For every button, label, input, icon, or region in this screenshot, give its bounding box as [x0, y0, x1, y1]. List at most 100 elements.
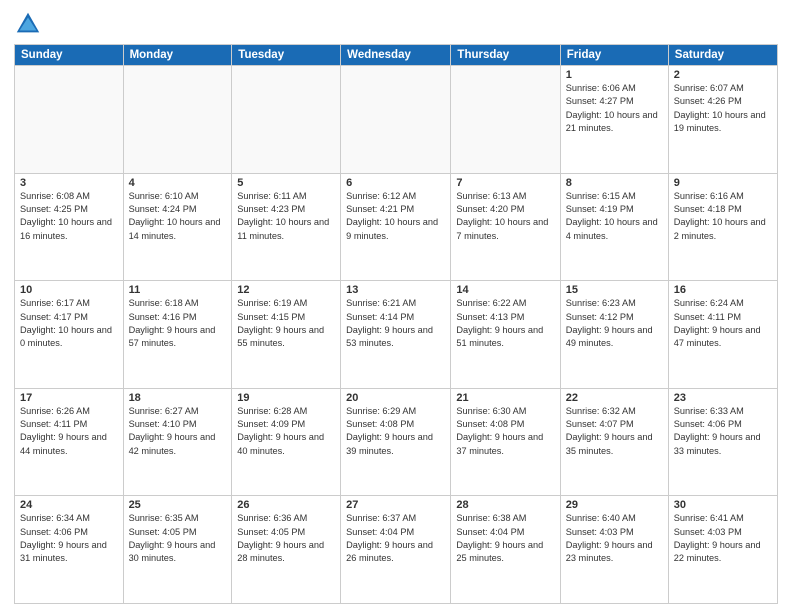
calendar-week-row: 3Sunrise: 6:08 AM Sunset: 4:25 PM Daylig… — [15, 173, 778, 281]
day-info: Sunrise: 6:30 AM Sunset: 4:08 PM Dayligh… — [456, 405, 554, 458]
day-number: 16 — [674, 284, 772, 296]
day-number: 29 — [566, 499, 663, 511]
calendar-cell: 10Sunrise: 6:17 AM Sunset: 4:17 PM Dayli… — [15, 281, 124, 389]
weekday-header: Thursday — [451, 45, 560, 66]
day-info: Sunrise: 6:33 AM Sunset: 4:06 PM Dayligh… — [674, 405, 772, 458]
day-number: 9 — [674, 177, 772, 189]
calendar-cell: 27Sunrise: 6:37 AM Sunset: 4:04 PM Dayli… — [341, 496, 451, 604]
day-number: 3 — [20, 177, 118, 189]
day-info: Sunrise: 6:17 AM Sunset: 4:17 PM Dayligh… — [20, 297, 118, 350]
day-number: 26 — [237, 499, 335, 511]
day-number: 7 — [456, 177, 554, 189]
calendar-header-row: SundayMondayTuesdayWednesdayThursdayFrid… — [15, 45, 778, 66]
day-info: Sunrise: 6:27 AM Sunset: 4:10 PM Dayligh… — [129, 405, 227, 458]
calendar-week-row: 17Sunrise: 6:26 AM Sunset: 4:11 PM Dayli… — [15, 388, 778, 496]
calendar-body: 1Sunrise: 6:06 AM Sunset: 4:27 PM Daylig… — [15, 66, 778, 604]
day-info: Sunrise: 6:18 AM Sunset: 4:16 PM Dayligh… — [129, 297, 227, 350]
day-info: Sunrise: 6:08 AM Sunset: 4:25 PM Dayligh… — [20, 190, 118, 243]
day-info: Sunrise: 6:40 AM Sunset: 4:03 PM Dayligh… — [566, 512, 663, 565]
calendar-cell: 28Sunrise: 6:38 AM Sunset: 4:04 PM Dayli… — [451, 496, 560, 604]
day-info: Sunrise: 6:35 AM Sunset: 4:05 PM Dayligh… — [129, 512, 227, 565]
calendar-cell: 9Sunrise: 6:16 AM Sunset: 4:18 PM Daylig… — [668, 173, 777, 281]
calendar-cell: 13Sunrise: 6:21 AM Sunset: 4:14 PM Dayli… — [341, 281, 451, 389]
day-info: Sunrise: 6:16 AM Sunset: 4:18 PM Dayligh… — [674, 190, 772, 243]
day-number: 13 — [346, 284, 445, 296]
day-number: 22 — [566, 392, 663, 404]
calendar-cell: 20Sunrise: 6:29 AM Sunset: 4:08 PM Dayli… — [341, 388, 451, 496]
calendar-cell: 30Sunrise: 6:41 AM Sunset: 4:03 PM Dayli… — [668, 496, 777, 604]
calendar-cell: 25Sunrise: 6:35 AM Sunset: 4:05 PM Dayli… — [123, 496, 232, 604]
day-info: Sunrise: 6:32 AM Sunset: 4:07 PM Dayligh… — [566, 405, 663, 458]
weekday-header: Tuesday — [232, 45, 341, 66]
calendar-cell: 4Sunrise: 6:10 AM Sunset: 4:24 PM Daylig… — [123, 173, 232, 281]
calendar-cell: 6Sunrise: 6:12 AM Sunset: 4:21 PM Daylig… — [341, 173, 451, 281]
day-info: Sunrise: 6:21 AM Sunset: 4:14 PM Dayligh… — [346, 297, 445, 350]
day-number: 2 — [674, 69, 772, 81]
day-number: 25 — [129, 499, 227, 511]
calendar-cell: 3Sunrise: 6:08 AM Sunset: 4:25 PM Daylig… — [15, 173, 124, 281]
calendar-cell: 11Sunrise: 6:18 AM Sunset: 4:16 PM Dayli… — [123, 281, 232, 389]
header — [14, 10, 778, 38]
page: SundayMondayTuesdayWednesdayThursdayFrid… — [0, 0, 792, 612]
day-info: Sunrise: 6:15 AM Sunset: 4:19 PM Dayligh… — [566, 190, 663, 243]
day-info: Sunrise: 6:37 AM Sunset: 4:04 PM Dayligh… — [346, 512, 445, 565]
calendar-cell: 29Sunrise: 6:40 AM Sunset: 4:03 PM Dayli… — [560, 496, 668, 604]
calendar-cell: 8Sunrise: 6:15 AM Sunset: 4:19 PM Daylig… — [560, 173, 668, 281]
weekday-header: Sunday — [15, 45, 124, 66]
day-number: 21 — [456, 392, 554, 404]
calendar-cell — [232, 66, 341, 174]
day-info: Sunrise: 6:11 AM Sunset: 4:23 PM Dayligh… — [237, 190, 335, 243]
calendar-week-row: 1Sunrise: 6:06 AM Sunset: 4:27 PM Daylig… — [15, 66, 778, 174]
calendar-cell — [123, 66, 232, 174]
weekday-header: Monday — [123, 45, 232, 66]
calendar-cell: 18Sunrise: 6:27 AM Sunset: 4:10 PM Dayli… — [123, 388, 232, 496]
calendar-cell: 12Sunrise: 6:19 AM Sunset: 4:15 PM Dayli… — [232, 281, 341, 389]
weekday-header: Wednesday — [341, 45, 451, 66]
day-number: 5 — [237, 177, 335, 189]
calendar-cell: 2Sunrise: 6:07 AM Sunset: 4:26 PM Daylig… — [668, 66, 777, 174]
day-number: 23 — [674, 392, 772, 404]
day-number: 11 — [129, 284, 227, 296]
day-number: 6 — [346, 177, 445, 189]
day-info: Sunrise: 6:41 AM Sunset: 4:03 PM Dayligh… — [674, 512, 772, 565]
day-number: 18 — [129, 392, 227, 404]
calendar-cell: 14Sunrise: 6:22 AM Sunset: 4:13 PM Dayli… — [451, 281, 560, 389]
weekday-header: Friday — [560, 45, 668, 66]
weekday-header: Saturday — [668, 45, 777, 66]
calendar-week-row: 24Sunrise: 6:34 AM Sunset: 4:06 PM Dayli… — [15, 496, 778, 604]
day-info: Sunrise: 6:13 AM Sunset: 4:20 PM Dayligh… — [456, 190, 554, 243]
day-info: Sunrise: 6:19 AM Sunset: 4:15 PM Dayligh… — [237, 297, 335, 350]
calendar-cell: 5Sunrise: 6:11 AM Sunset: 4:23 PM Daylig… — [232, 173, 341, 281]
day-info: Sunrise: 6:23 AM Sunset: 4:12 PM Dayligh… — [566, 297, 663, 350]
day-info: Sunrise: 6:26 AM Sunset: 4:11 PM Dayligh… — [20, 405, 118, 458]
day-number: 1 — [566, 69, 663, 81]
calendar-cell: 7Sunrise: 6:13 AM Sunset: 4:20 PM Daylig… — [451, 173, 560, 281]
day-info: Sunrise: 6:22 AM Sunset: 4:13 PM Dayligh… — [456, 297, 554, 350]
calendar-cell: 26Sunrise: 6:36 AM Sunset: 4:05 PM Dayli… — [232, 496, 341, 604]
day-info: Sunrise: 6:24 AM Sunset: 4:11 PM Dayligh… — [674, 297, 772, 350]
calendar-cell: 22Sunrise: 6:32 AM Sunset: 4:07 PM Dayli… — [560, 388, 668, 496]
logo-icon — [14, 10, 42, 38]
day-info: Sunrise: 6:38 AM Sunset: 4:04 PM Dayligh… — [456, 512, 554, 565]
calendar-cell — [451, 66, 560, 174]
calendar-cell — [341, 66, 451, 174]
day-number: 8 — [566, 177, 663, 189]
day-number: 15 — [566, 284, 663, 296]
day-info: Sunrise: 6:07 AM Sunset: 4:26 PM Dayligh… — [674, 82, 772, 135]
day-number: 30 — [674, 499, 772, 511]
calendar-cell: 16Sunrise: 6:24 AM Sunset: 4:11 PM Dayli… — [668, 281, 777, 389]
day-number: 20 — [346, 392, 445, 404]
day-info: Sunrise: 6:12 AM Sunset: 4:21 PM Dayligh… — [346, 190, 445, 243]
day-number: 4 — [129, 177, 227, 189]
calendar-week-row: 10Sunrise: 6:17 AM Sunset: 4:17 PM Dayli… — [15, 281, 778, 389]
day-info: Sunrise: 6:34 AM Sunset: 4:06 PM Dayligh… — [20, 512, 118, 565]
day-number: 28 — [456, 499, 554, 511]
day-info: Sunrise: 6:06 AM Sunset: 4:27 PM Dayligh… — [566, 82, 663, 135]
day-number: 10 — [20, 284, 118, 296]
day-info: Sunrise: 6:28 AM Sunset: 4:09 PM Dayligh… — [237, 405, 335, 458]
day-number: 24 — [20, 499, 118, 511]
calendar-table: SundayMondayTuesdayWednesdayThursdayFrid… — [14, 44, 778, 604]
day-info: Sunrise: 6:10 AM Sunset: 4:24 PM Dayligh… — [129, 190, 227, 243]
calendar-cell: 17Sunrise: 6:26 AM Sunset: 4:11 PM Dayli… — [15, 388, 124, 496]
calendar-cell: 21Sunrise: 6:30 AM Sunset: 4:08 PM Dayli… — [451, 388, 560, 496]
